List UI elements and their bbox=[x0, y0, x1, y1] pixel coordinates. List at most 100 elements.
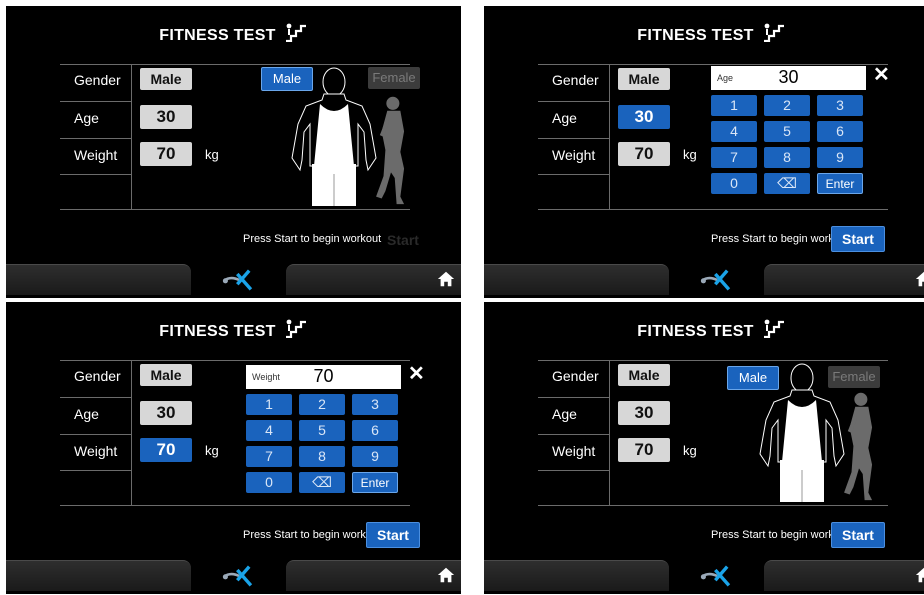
divider bbox=[538, 470, 609, 471]
divider bbox=[60, 138, 131, 139]
divider bbox=[60, 505, 410, 506]
gender-label: Gender bbox=[74, 72, 121, 88]
backspace-icon[interactable]: ⌫ bbox=[764, 173, 810, 194]
fitness-test-screen-3: FITNESS TEST Gender Age Weight Male 30 7… bbox=[6, 302, 461, 594]
male-option-button[interactable]: Male bbox=[261, 67, 313, 91]
key-3[interactable]: 3 bbox=[352, 394, 398, 415]
start-button[interactable]: Start bbox=[366, 522, 420, 548]
key-1[interactable]: 1 bbox=[246, 394, 292, 415]
divider bbox=[609, 64, 610, 209]
bottom-bar-left bbox=[484, 264, 669, 295]
female-option-button[interactable]: Female bbox=[828, 366, 880, 388]
keypad-value: 30 bbox=[778, 67, 799, 87]
gender-label: Gender bbox=[552, 72, 599, 88]
screen-title: FITNESS TEST bbox=[484, 318, 924, 341]
divider bbox=[60, 101, 131, 102]
key-0[interactable]: 0 bbox=[246, 472, 292, 493]
divider bbox=[60, 360, 410, 361]
close-icon[interactable]: ✕ bbox=[408, 361, 425, 386]
bottom-bar-right bbox=[764, 560, 924, 591]
female-option-button[interactable]: Female bbox=[368, 67, 420, 89]
brand-logo-icon bbox=[222, 267, 256, 293]
close-icon[interactable]: ✕ bbox=[873, 62, 890, 87]
screen-title: FITNESS TEST bbox=[484, 22, 924, 45]
start-button[interactable]: Start bbox=[831, 522, 885, 548]
bottom-bar-right bbox=[286, 560, 461, 591]
key-2[interactable]: 2 bbox=[764, 95, 810, 116]
weight-unit: kg bbox=[205, 147, 219, 162]
gender-label: Gender bbox=[74, 368, 121, 384]
bottom-bar-right bbox=[286, 264, 461, 295]
key-7[interactable]: 7 bbox=[711, 147, 757, 168]
weight-value[interactable]: 70 bbox=[618, 142, 670, 166]
key-3[interactable]: 3 bbox=[817, 95, 863, 116]
key-8[interactable]: 8 bbox=[299, 446, 345, 467]
key-8[interactable]: 8 bbox=[764, 147, 810, 168]
key-4[interactable]: 4 bbox=[246, 420, 292, 441]
gender-value[interactable]: Male bbox=[140, 364, 192, 386]
key-2[interactable]: 2 bbox=[299, 394, 345, 415]
bottom-bar-left bbox=[6, 264, 191, 295]
home-icon[interactable] bbox=[915, 270, 924, 288]
weight-label: Weight bbox=[74, 147, 118, 163]
age-value[interactable]: 30 bbox=[140, 105, 192, 129]
stairs-icon bbox=[284, 318, 308, 338]
bottom-bar-left bbox=[484, 560, 669, 591]
divider bbox=[538, 505, 888, 506]
divider bbox=[538, 101, 609, 102]
age-value[interactable]: 30 bbox=[618, 105, 670, 129]
stairs-icon bbox=[762, 318, 786, 338]
divider bbox=[538, 209, 888, 210]
weight-value[interactable]: 70 bbox=[618, 438, 670, 462]
gender-value[interactable]: Male bbox=[618, 68, 670, 90]
age-label: Age bbox=[552, 406, 577, 422]
key-9[interactable]: 9 bbox=[817, 147, 863, 168]
keypad-display: Age 30 bbox=[711, 66, 866, 90]
home-icon[interactable] bbox=[915, 566, 924, 584]
key-7[interactable]: 7 bbox=[246, 446, 292, 467]
divider bbox=[131, 360, 132, 505]
brand-logo-icon bbox=[700, 563, 734, 589]
weight-unit: kg bbox=[205, 443, 219, 458]
fitness-test-screen-4: FITNESS TEST Gender Age Weight Male 30 7… bbox=[484, 302, 924, 594]
gender-value[interactable]: Male bbox=[618, 364, 670, 386]
key-5[interactable]: 5 bbox=[299, 420, 345, 441]
divider bbox=[538, 138, 609, 139]
key-0[interactable]: 0 bbox=[711, 173, 757, 194]
start-prompt: Press Start to begin workout bbox=[243, 529, 382, 541]
fitness-test-screen-1: FITNESS TEST Gender Age Weight Male 30 7… bbox=[6, 6, 461, 298]
screen-title: FITNESS TEST bbox=[6, 318, 461, 341]
divider bbox=[609, 360, 610, 505]
enter-key[interactable]: Enter bbox=[817, 173, 863, 194]
male-option-button[interactable]: Male bbox=[727, 366, 779, 390]
backspace-icon[interactable]: ⌫ bbox=[299, 472, 345, 493]
key-9[interactable]: 9 bbox=[352, 446, 398, 467]
divider bbox=[60, 209, 410, 210]
keypad-display: Weight 70 bbox=[246, 365, 401, 389]
age-value[interactable]: 30 bbox=[618, 401, 670, 425]
age-value[interactable]: 30 bbox=[140, 401, 192, 425]
enter-key[interactable]: Enter bbox=[352, 472, 398, 493]
divider bbox=[538, 434, 609, 435]
weight-unit: kg bbox=[683, 443, 697, 458]
key-5[interactable]: 5 bbox=[764, 121, 810, 142]
weight-value[interactable]: 70 bbox=[140, 438, 192, 462]
key-1[interactable]: 1 bbox=[711, 95, 757, 116]
home-icon[interactable] bbox=[437, 566, 455, 584]
gender-value[interactable]: Male bbox=[140, 68, 192, 90]
start-button[interactable]: Start bbox=[831, 226, 885, 252]
screen-title: FITNESS TEST bbox=[6, 22, 461, 45]
start-button[interactable]: Start bbox=[377, 228, 429, 252]
key-6[interactable]: 6 bbox=[352, 420, 398, 441]
home-icon[interactable] bbox=[437, 270, 455, 288]
age-label: Age bbox=[74, 110, 99, 126]
weight-label: Weight bbox=[74, 443, 118, 459]
weight-label: Weight bbox=[552, 147, 596, 163]
keypad-value: 70 bbox=[313, 366, 334, 386]
weight-unit: kg bbox=[683, 147, 697, 162]
key-4[interactable]: 4 bbox=[711, 121, 757, 142]
fitness-test-screen-2: FITNESS TEST Gender Age Weight Male 30 7… bbox=[484, 6, 924, 298]
weight-value[interactable]: 70 bbox=[140, 142, 192, 166]
key-6[interactable]: 6 bbox=[817, 121, 863, 142]
divider bbox=[60, 64, 410, 65]
